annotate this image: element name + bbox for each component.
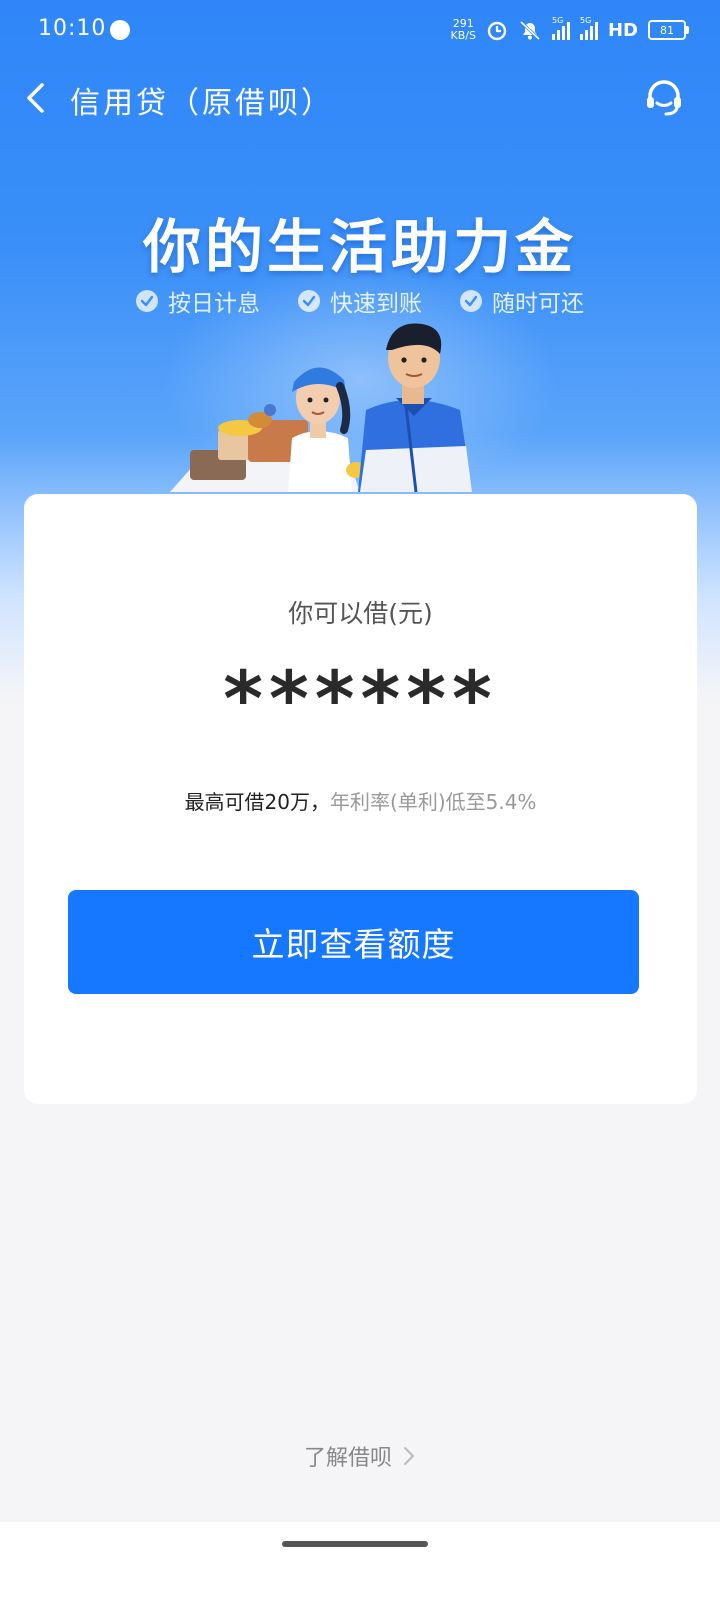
credit-card-panel: 你可以借(元) ****** 最高可借20万，年利率(单利)低至5.4% 立即查… [24, 494, 697, 1104]
shopping-couple-illustration [170, 323, 472, 492]
learn-more-link[interactable]: 了解借呗 [0, 1440, 720, 1472]
borrow-label: 你可以借(元) [288, 599, 433, 628]
feature-label: 按日计息 [168, 291, 260, 317]
check-circle-icon [136, 290, 158, 312]
max-info: 最高可借20万，年利率(单利)低至5.4% [24, 786, 697, 815]
chevron-left-icon[interactable] [20, 80, 56, 116]
system-nav-bar [0, 1522, 720, 1600]
headset-icon[interactable] [642, 76, 686, 120]
hero-headline: 你的生活助力金 [142, 213, 577, 281]
feature-item: 按日计息 [136, 284, 260, 318]
battery-icon: 81 [648, 20, 689, 40]
notification-bubble-icon [110, 20, 130, 40]
feature-item: 快速到账 [298, 284, 422, 318]
home-indicator[interactable] [282, 1541, 428, 1547]
check-circle-icon [298, 290, 320, 312]
status-bar: 10:10 291 KB/S 5G 5G HD 81 [0, 0, 720, 60]
net-speed-unit: KB/S [450, 29, 476, 42]
page-title: 信用贷（原借呗） [70, 86, 334, 121]
alarm-icon [487, 21, 507, 41]
hd-indicator: HD [607, 19, 638, 41]
battery-level: 81 [660, 23, 674, 37]
signal-icon-2: 5G [579, 16, 598, 40]
learn-more-label: 了解借呗 [303, 1446, 392, 1471]
check-circle-icon [460, 290, 482, 312]
chevron-right-icon [404, 1447, 414, 1465]
signal-icon-1: 5G [551, 16, 570, 40]
network-speed: 291 KB/S [451, 18, 476, 42]
status-time: 10:10 [38, 16, 107, 41]
status-icons: 291 KB/S 5G 5G HD 81 [451, 14, 689, 46]
max-limit-text: 最高可借20万， [184, 790, 331, 814]
rate-text: 年利率(单利)低至5.4% [330, 790, 537, 814]
view-limit-button[interactable]: 立即查看额度 [68, 890, 639, 994]
masked-amount: ****** [223, 654, 498, 743]
mute-bell-icon [519, 20, 541, 41]
feature-item: 随时可还 [460, 284, 584, 318]
feature-label: 快速到账 [330, 291, 422, 317]
feature-label: 随时可还 [492, 291, 584, 317]
feature-list: 按日计息 快速到账 随时可还 [0, 284, 720, 318]
